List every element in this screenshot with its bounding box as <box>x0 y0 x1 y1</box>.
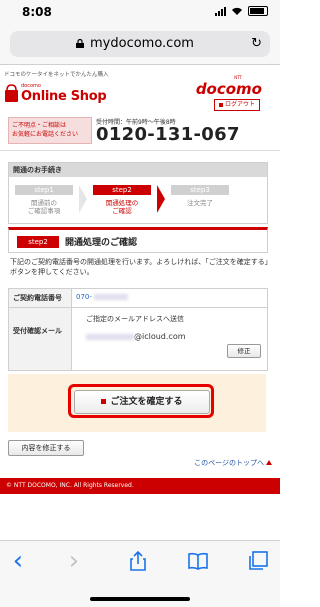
contact-line-1: ご不明点・ご相談は <box>12 122 67 129</box>
steps-heading: 開通のお手続き <box>9 163 267 177</box>
phone-label: ご契約電話番号 <box>9 289 72 307</box>
url-text: mydocomo.com <box>90 36 194 51</box>
step-1: step1 開通前の ご確認事項 <box>11 185 77 215</box>
confirm-order-button[interactable]: ご注文を確定する <box>74 390 210 414</box>
arrow-icon <box>101 399 107 404</box>
section-step-tag: step2 <box>17 236 59 248</box>
redacted-email <box>86 333 134 340</box>
home-indicator <box>90 597 190 601</box>
share-icon[interactable] <box>126 549 150 573</box>
steps-panel: 開通のお手続き step1 開通前の ご確認事項 step2 開通処理の ご確認… <box>8 162 268 224</box>
footer-copyright: © NTT DOCOMO, INC. All Rights Reserved. <box>0 478 280 494</box>
tabs-icon[interactable] <box>246 549 270 573</box>
wifi-icon <box>232 7 242 15</box>
step-1-label-line-2: ご確認事項 <box>27 207 61 215</box>
battery-icon <box>248 6 268 16</box>
back-icon[interactable]: ‹ <box>6 548 30 574</box>
step-2-label-line-1: 開通処理の <box>105 199 139 207</box>
confirm-area: ご注文を確定する <box>8 374 266 432</box>
mail-note: ご指定のメールアドレスへ送信 <box>86 315 184 323</box>
mail-label: 受付確認メール <box>9 308 72 370</box>
section-heading: step2 開通処理のご確認 <box>8 227 268 253</box>
browser-toolbar: ‹ › <box>0 540 280 607</box>
status-time: 8:08 <box>22 5 52 19</box>
online-shop-logo[interactable]: Online Shop <box>21 89 107 104</box>
phone-number[interactable]: 0120-131-067 <box>96 124 240 145</box>
bookmarks-icon[interactable] <box>186 549 210 573</box>
address-bar[interactable]: mydocomo.com ↻ <box>10 31 270 57</box>
section-title: 開通処理のご確認 <box>65 238 138 248</box>
mail-domain: @icloud.com <box>134 332 186 341</box>
step-arrow-active <box>157 185 165 213</box>
header-tagline: ドコモのケータイをネットでかんたん購入 <box>4 72 109 78</box>
page-top-link[interactable]: このページのトップへ <box>194 458 272 468</box>
step-1-tag: step1 <box>15 185 73 195</box>
up-arrow-icon <box>266 460 272 465</box>
reload-icon[interactable]: ↻ <box>251 36 262 51</box>
step-arrow <box>79 185 87 213</box>
shopping-bag-icon <box>5 84 18 102</box>
browser-address-area: mydocomo.com ↻ <box>0 24 280 65</box>
intro-text: 下記のご契約電話番号の開通処理を行います。よろしければ、「ご注文を確定する」ボタ… <box>10 258 269 276</box>
signal-icon <box>215 6 226 16</box>
contact-line-2: お気軽にお電話ください <box>12 131 79 138</box>
mail-address: @icloud.com <box>86 332 186 341</box>
step-1-label-line-1: 開通前の <box>31 199 57 207</box>
edit-content-button[interactable]: 内容を修正する <box>8 440 84 456</box>
step-2-tag: step2 <box>93 185 151 195</box>
contact-box: ご不明点・ご相談は お気軽にお電話ください <box>8 117 92 144</box>
status-bar: 8:08 <box>0 0 280 24</box>
docomo-logo[interactable]: docomo <box>196 80 262 98</box>
table-row: ご契約電話番号 070- <box>9 289 267 308</box>
step-3: step3 注文完了 <box>167 185 233 207</box>
divider <box>0 150 280 151</box>
logout-button[interactable]: ログアウト <box>213 99 260 111</box>
phone-value: 070- <box>76 293 92 301</box>
page-top-label: このページのトップへ <box>194 459 264 467</box>
status-icons <box>215 6 268 16</box>
redacted-number <box>94 294 129 300</box>
confirm-order-label: ご注文を確定する <box>110 397 183 407</box>
logout-label: ログアウト <box>224 101 255 108</box>
phone-cell: 070- <box>72 289 267 307</box>
mail-cell: ご指定のメールアドレスへ送信 @icloud.com 修正 <box>72 308 267 370</box>
fix-button[interactable]: 修正 <box>227 344 261 358</box>
forward-icon[interactable]: › <box>62 548 86 574</box>
step-3-label-line-1: 注文完了 <box>187 199 213 207</box>
lock-icon <box>76 39 84 48</box>
step-2-label-line-2: ご確認 <box>112 207 132 215</box>
table-row: 受付確認メール ご指定のメールアドレスへ送信 @icloud.com 修正 <box>9 308 267 370</box>
step-3-tag: step3 <box>171 185 229 195</box>
arrow-icon <box>218 102 223 107</box>
step-2: step2 開通処理の ご確認 <box>89 185 155 215</box>
order-info-table: ご契約電話番号 070- 受付確認メール ご指定のメールアドレスへ送信 @icl… <box>8 288 268 371</box>
